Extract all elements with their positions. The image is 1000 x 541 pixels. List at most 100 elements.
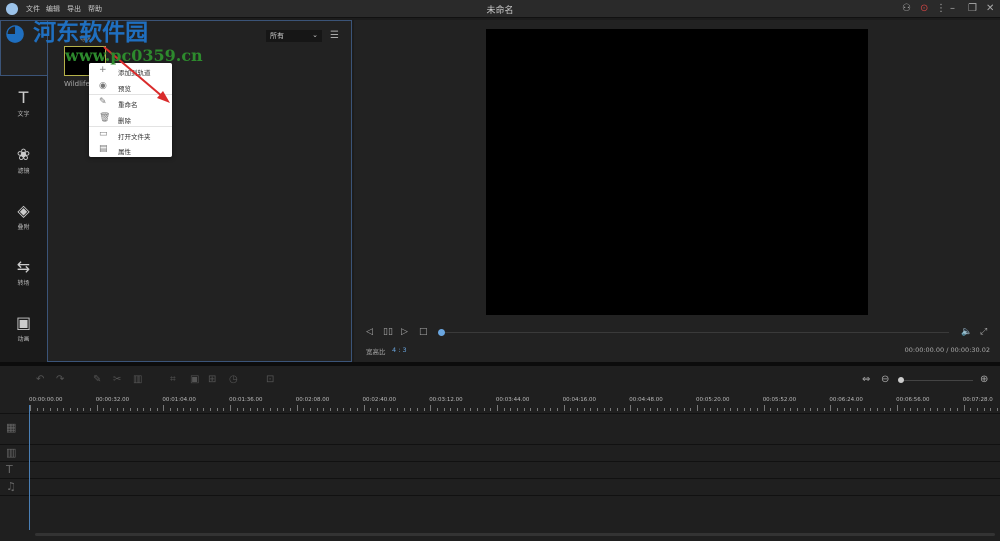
zoom-slider-handle[interactable] [898,377,904,383]
time-display: 00:00:00.00 / 00:00:30.02 [904,346,990,354]
ruler-label: 00:05:20.00 [696,397,730,403]
ruler-tick [190,408,192,411]
ruler-tick [890,408,892,411]
zoom-out-icon[interactable]: ⊖ [881,374,889,385]
ruler-tick [623,408,625,411]
ruler-tick [563,405,565,411]
zoom-in-icon[interactable]: ⊕ [980,374,988,385]
ruler-tick [656,408,658,411]
ruler-tick [210,408,212,411]
ruler-label: 00:04:48.00 [629,397,663,403]
playback-slider-handle[interactable] [438,329,445,336]
ruler-tick [196,408,198,411]
ruler-tick [83,408,85,411]
split-screen-icon[interactable]: ⊞ [208,374,216,385]
preview-screen [486,29,868,315]
ruler-tick [223,408,225,411]
ruler-tick [930,408,932,411]
cut-icon[interactable]: ✂ [113,374,121,385]
ruler-tick [997,408,999,411]
ruler-tick [576,408,578,411]
ruler-tick [610,408,612,411]
ruler-tick [230,405,232,411]
playback-slider[interactable] [444,332,949,333]
ruler-tick [737,408,739,411]
ruler-tick [490,408,492,411]
ruler-tick [330,408,332,411]
ruler-tick [743,408,745,411]
undo-icon[interactable]: ↶ [36,374,44,385]
ruler-tick [850,408,852,411]
ruler-tick [150,408,152,411]
ruler-tick [837,408,839,411]
freeze-frame-icon[interactable]: ▣ [190,374,199,385]
ruler-tick [750,408,752,411]
play-pause-button[interactable]: ▯▯ [383,327,393,337]
ruler-tick [63,408,65,411]
record-icon[interactable]: ⊡ [266,374,274,385]
duration-icon[interactable]: ◷ [229,374,238,385]
edit-icon[interactable]: ✎ [93,374,101,385]
ruler-tick [116,408,118,411]
ruler-tick [663,408,665,411]
ruler-tick [950,408,952,411]
ruler-tick [350,408,352,411]
ruler-tick [363,405,365,411]
playhead[interactable] [29,405,30,530]
ruler-tick [903,408,905,411]
ruler-tick [817,408,819,411]
ruler-tick [136,408,138,411]
ruler-tick [30,405,31,411]
ruler-tick [616,408,618,411]
ruler-tick [483,408,485,411]
ruler-tick [990,408,992,411]
ruler-tick [910,408,912,411]
ruler-label: 00:05:52.00 [762,397,797,403]
timeline-ruler[interactable]: 00:00:00.00 00:00:32.00 00:01:04.00 00:01:3… [0,395,1000,413]
ruler-tick [823,408,825,411]
fit-timeline-icon[interactable]: ⇔ [862,374,870,385]
redo-icon[interactable]: ↷ [56,374,64,385]
stop-button[interactable]: □ [419,327,428,337]
crop-icon[interactable]: ⌗ [170,374,176,385]
track-divider [0,413,1000,414]
ruler-tick [917,408,919,411]
zoom-slider[interactable] [901,380,973,381]
ruler-label: 00:02:40.00 [362,397,396,403]
ruler-tick [710,408,712,411]
ruler-tick [36,408,38,411]
text-track-icon: T [6,463,13,476]
ruler-tick [556,408,558,411]
next-frame-button[interactable]: ▷ [401,327,408,337]
ruler-tick [670,408,672,411]
ruler-tick [43,408,45,411]
ruler-tick [530,408,532,411]
ruler-tick [143,408,145,411]
ruler-tick [123,408,125,411]
ruler-tick [236,408,238,411]
ruler-tick [256,408,258,411]
timeline-scrollbar[interactable] [35,533,995,536]
ruler-tick [676,408,678,411]
ruler-tick [983,408,985,411]
ruler-tick [416,408,418,411]
ruler-tick [156,408,158,411]
video-track-icon: ▦ [6,421,17,434]
prev-frame-button[interactable]: ◁ [366,327,373,337]
track-divider [0,444,1000,445]
aspect-ratio-value[interactable]: 4 : 3 [392,346,407,354]
volume-icon[interactable]: 🔈 [961,327,972,337]
delete-icon[interactable]: ▥ [133,374,142,385]
track-divider [0,478,1000,479]
ruler-tick [636,408,638,411]
ruler-tick [70,408,72,411]
ruler-tick [370,408,372,411]
fullscreen-icon[interactable]: ⤢ [980,327,987,337]
ruler-tick [757,408,759,411]
ruler-tick [103,408,105,411]
ruler-tick [810,408,812,411]
ruler-tick [410,408,412,411]
ruler-tick [516,408,518,411]
ruler-tick [583,408,585,411]
watermark-url: www.pc0359.cn [65,46,203,65]
